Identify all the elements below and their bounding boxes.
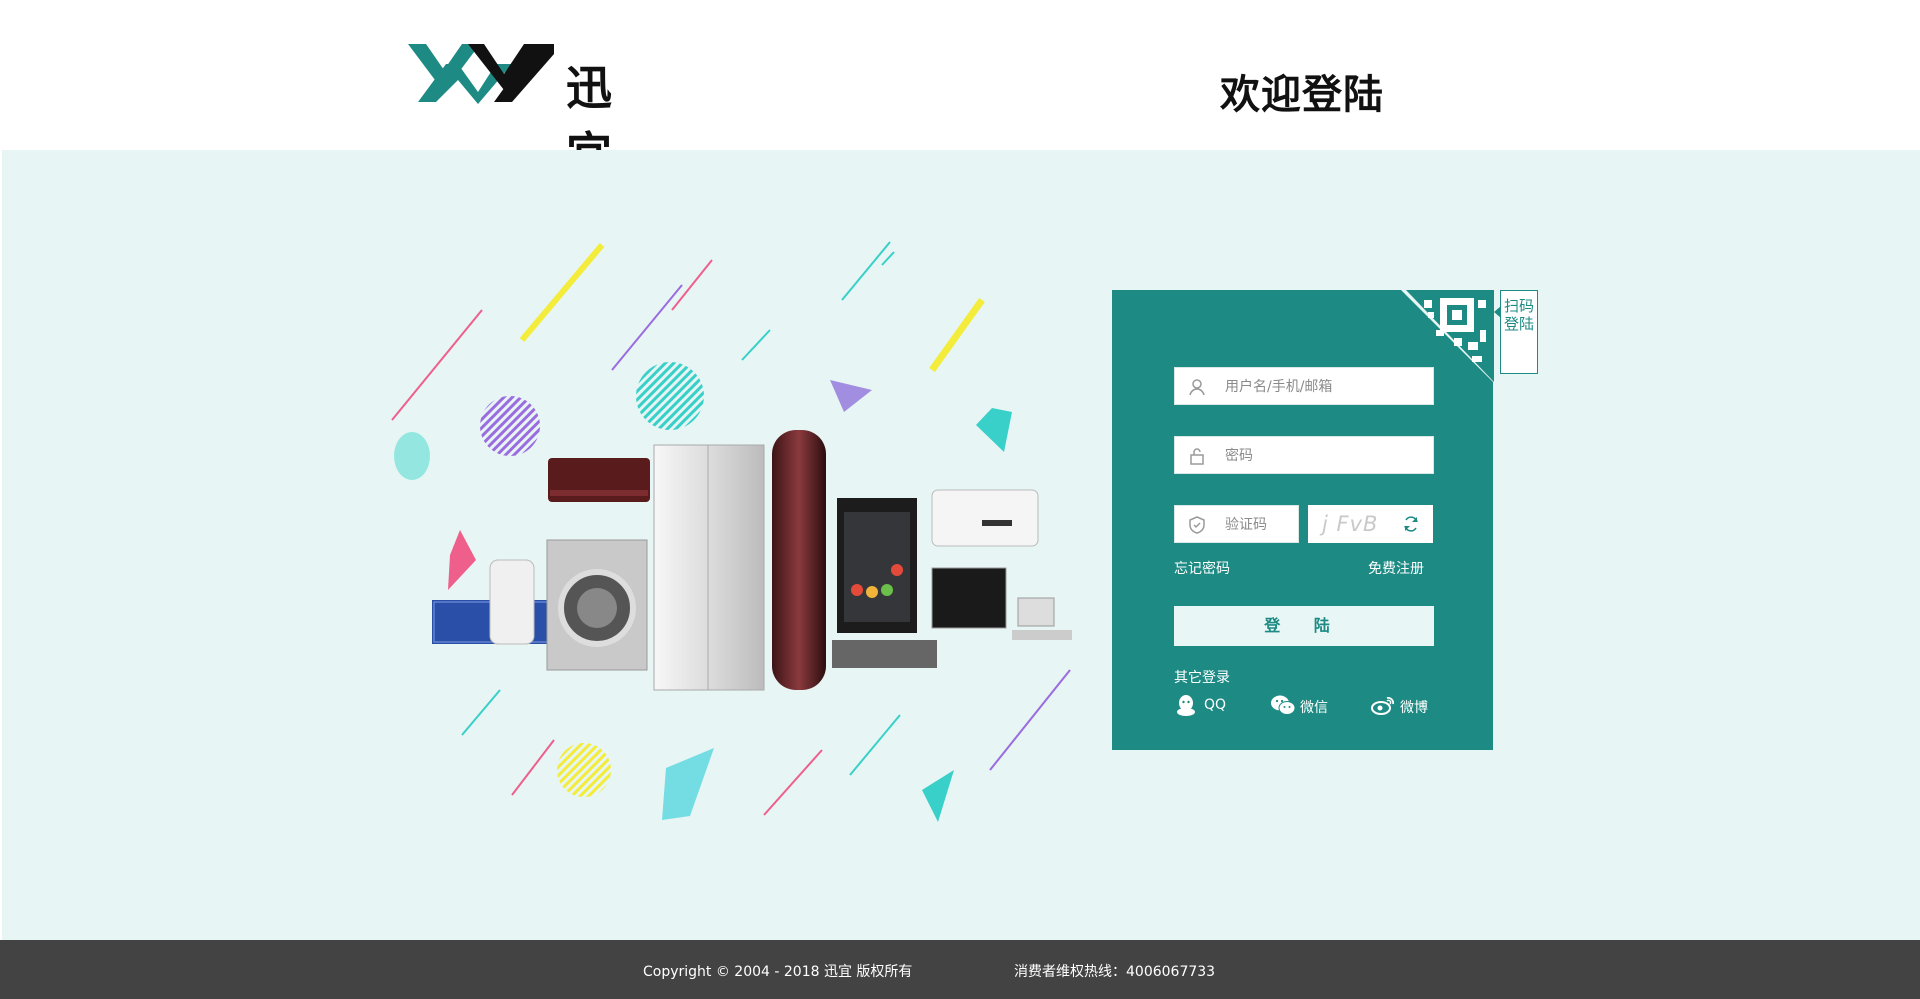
decor-triangle [922,770,954,822]
captcha-code: j FvB [1322,512,1379,536]
decor-line [741,329,771,361]
weibo-icon [1371,697,1394,715]
forgot-password-link[interactable]: 忘记密码 [1174,558,1230,578]
decor-line [511,739,555,796]
page-footer: Copyright © 2004 - 2018 迅宜 版权所有 消费者维权热线：… [0,940,1920,999]
decor-line [671,259,713,311]
decor-circle [480,396,540,456]
password-input[interactable] [1225,445,1415,467]
decor-circle [636,362,704,430]
login-button[interactable]: 登 陆 [1174,606,1434,646]
other-login-label: 其它登录 [1174,670,1230,686]
decor-line [849,714,901,776]
refrigerator [653,444,765,691]
qq-login-button[interactable]: QQ [1174,693,1234,719]
captcha-image[interactable]: j FvB [1308,505,1433,543]
decor-line [881,251,895,266]
captcha-input[interactable] [1225,514,1295,536]
decor-line [611,284,683,371]
username-input[interactable] [1225,376,1415,398]
decor-line [461,689,501,736]
qr-code-icon[interactable] [1406,290,1494,382]
weibo-login-button[interactable]: 微博 [1370,693,1440,719]
gas-stove [832,640,937,668]
qq-icon [1177,695,1195,716]
decor-triangle [662,748,714,820]
page-title: 欢迎登陆 [1220,72,1384,118]
water-heater [489,559,535,645]
decor-blob [394,432,430,480]
decor-circle [557,743,611,797]
television [931,567,1007,629]
decor-line [989,669,1071,771]
password-field[interactable] [1174,436,1434,474]
page-header: 迅宜 欢迎登陆 [0,0,1920,181]
captcha-field[interactable] [1174,505,1299,543]
username-field[interactable] [1174,367,1434,405]
qr-login-tab[interactable]: 扫码登陆 [1500,290,1538,374]
copyright-text: Copyright © 2004 - 2018 迅宜 版权所有 [643,964,913,980]
qq-label: QQ [1204,697,1227,713]
wechat-icon [1271,695,1296,715]
decor-triangle [830,380,872,412]
weibo-label: 微博 [1400,700,1428,716]
decor-line [519,243,605,342]
electric-heater [931,489,1039,547]
wechat-login-button[interactable]: 微信 [1270,693,1340,719]
brand-logo[interactable]: 迅宜 [408,42,658,181]
decor-line [763,749,823,816]
main-area: 扫码登陆 j FvB 忘记密码 免费注册 登 陆 其它登录 QQ 微信 [2,150,1920,940]
monitor [1017,597,1055,627]
decor-line [841,241,891,301]
appliances-illustration [391,241,1072,822]
decor-triangle [976,408,1012,452]
refresh-icon[interactable] [1401,514,1421,534]
floor-ac [772,430,826,690]
register-link[interactable]: 免费注册 [1368,558,1424,578]
decor-line [929,297,985,373]
logo-mark-icon [408,44,554,104]
lock-icon [1190,448,1204,465]
decor-triangle [448,530,476,590]
user-icon [1189,379,1205,396]
decor-line [391,309,483,421]
wechat-label: 微信 [1300,700,1328,716]
hotline-text: 消费者维权热线：4006067733 [1014,964,1216,980]
shield-icon [1189,516,1205,534]
